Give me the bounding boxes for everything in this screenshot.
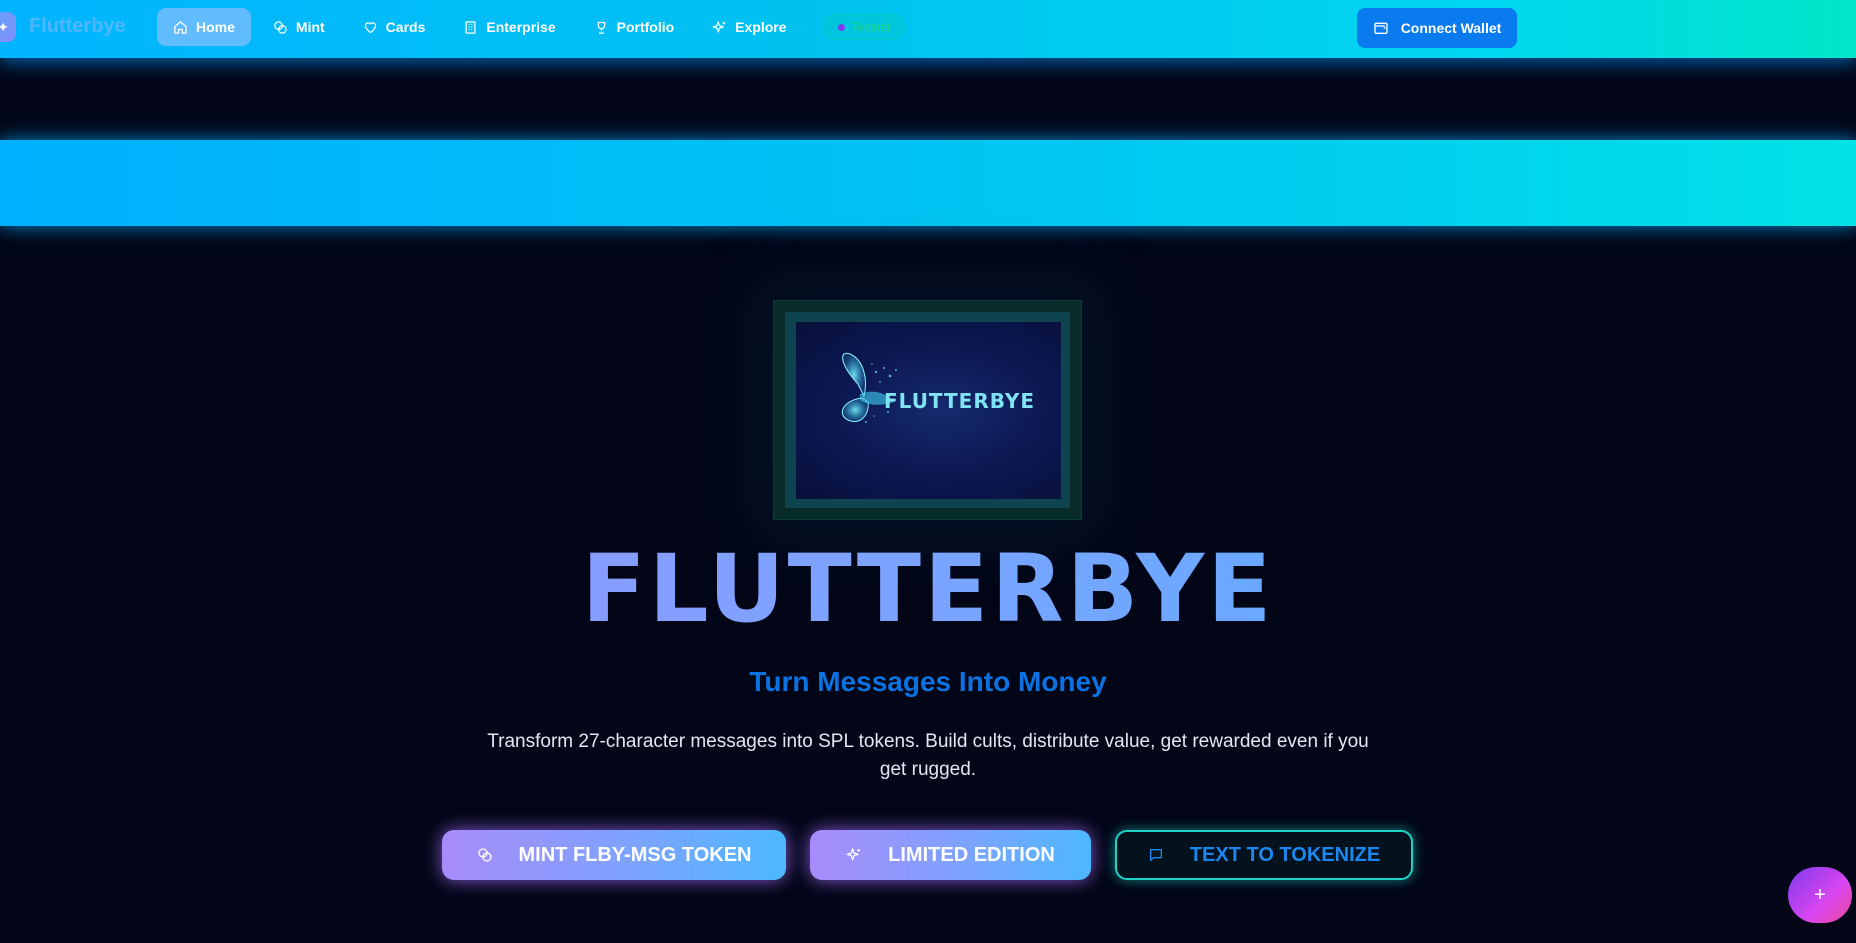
connect-wallet-button[interactable]: Connect Wallet — [1357, 8, 1517, 48]
hero-description: Transform 27-character messages into SPL… — [487, 731, 1369, 780]
brand-name[interactable]: Flutterbye — [29, 15, 126, 38]
text-to-tokenize-button[interactable]: TEXT TO TOKENIZE — [1115, 830, 1413, 880]
home-icon — [174, 20, 187, 34]
nav-item-label: Enterprise — [486, 19, 556, 35]
nav-item-home[interactable]: Home — [157, 8, 251, 46]
nav-item-label: Mint — [295, 19, 325, 35]
sparkles-icon — [712, 20, 726, 32]
status-dot-icon — [837, 23, 845, 31]
sparkles-icon — [846, 848, 861, 861]
trophy-icon — [597, 21, 605, 34]
message-square-icon — [1149, 849, 1162, 861]
hero-title: FLUTTERBYE — [0, 540, 1856, 640]
mint-token-label: MINT FLBY-MSG TOKEN — [518, 843, 752, 866]
connect-wallet-label: Connect Wallet — [1400, 20, 1502, 36]
hero-image-frame: FLUTTERBYE — [773, 300, 1082, 520]
nav-links: Home Mint Cards Enterprise Portfolio Exp… — [157, 8, 906, 46]
text-to-tokenize-label: TEXT TO TOKENIZE — [1189, 843, 1381, 866]
nav-item-label: Home — [196, 19, 235, 35]
limited-edition-label: LIMITED EDITION — [888, 843, 1055, 866]
nav-item-cards[interactable]: Cards — [347, 8, 442, 46]
butterfly-icon: FLUTTERBYE — [841, 352, 1035, 423]
logo-text: FLUTTERBYE — [884, 389, 1035, 413]
heart-icon — [364, 21, 376, 33]
nav-item-portfolio[interactable]: Portfolio — [578, 8, 691, 46]
network-status-badge: Testnet — [822, 14, 906, 40]
network-label: Testnet — [851, 20, 891, 34]
nav-item-explore[interactable]: Explore — [696, 8, 802, 46]
flutterbye-logo-image: FLUTTERBYE — [796, 322, 1061, 499]
nav-item-label: Cards — [385, 19, 426, 35]
nav-item-enterprise[interactable]: Enterprise — [447, 8, 571, 46]
plus-icon: + — [1814, 883, 1826, 906]
nav-item-label: Portfolio — [616, 19, 675, 35]
top-navbar: ✦ Flutterbye Home Mint Cards Enterprise — [0, 0, 1856, 58]
banner-strip — [0, 140, 1856, 226]
wallet-icon — [1374, 22, 1388, 34]
limited-edition-button[interactable]: LIMITED EDITION — [810, 830, 1091, 880]
building-icon — [465, 20, 476, 34]
coins-icon — [274, 20, 287, 34]
coins-icon — [477, 848, 492, 862]
floating-action-button[interactable]: + — [1788, 867, 1852, 923]
nav-item-label: Explore — [735, 19, 787, 35]
nav-item-mint[interactable]: Mint — [257, 8, 341, 46]
hero-subtitle: Turn Messages Into Money — [749, 666, 1107, 697]
mint-token-button[interactable]: MINT FLBY-MSG TOKEN — [442, 830, 786, 880]
logo-mark-icon[interactable]: ✦ — [0, 12, 16, 42]
